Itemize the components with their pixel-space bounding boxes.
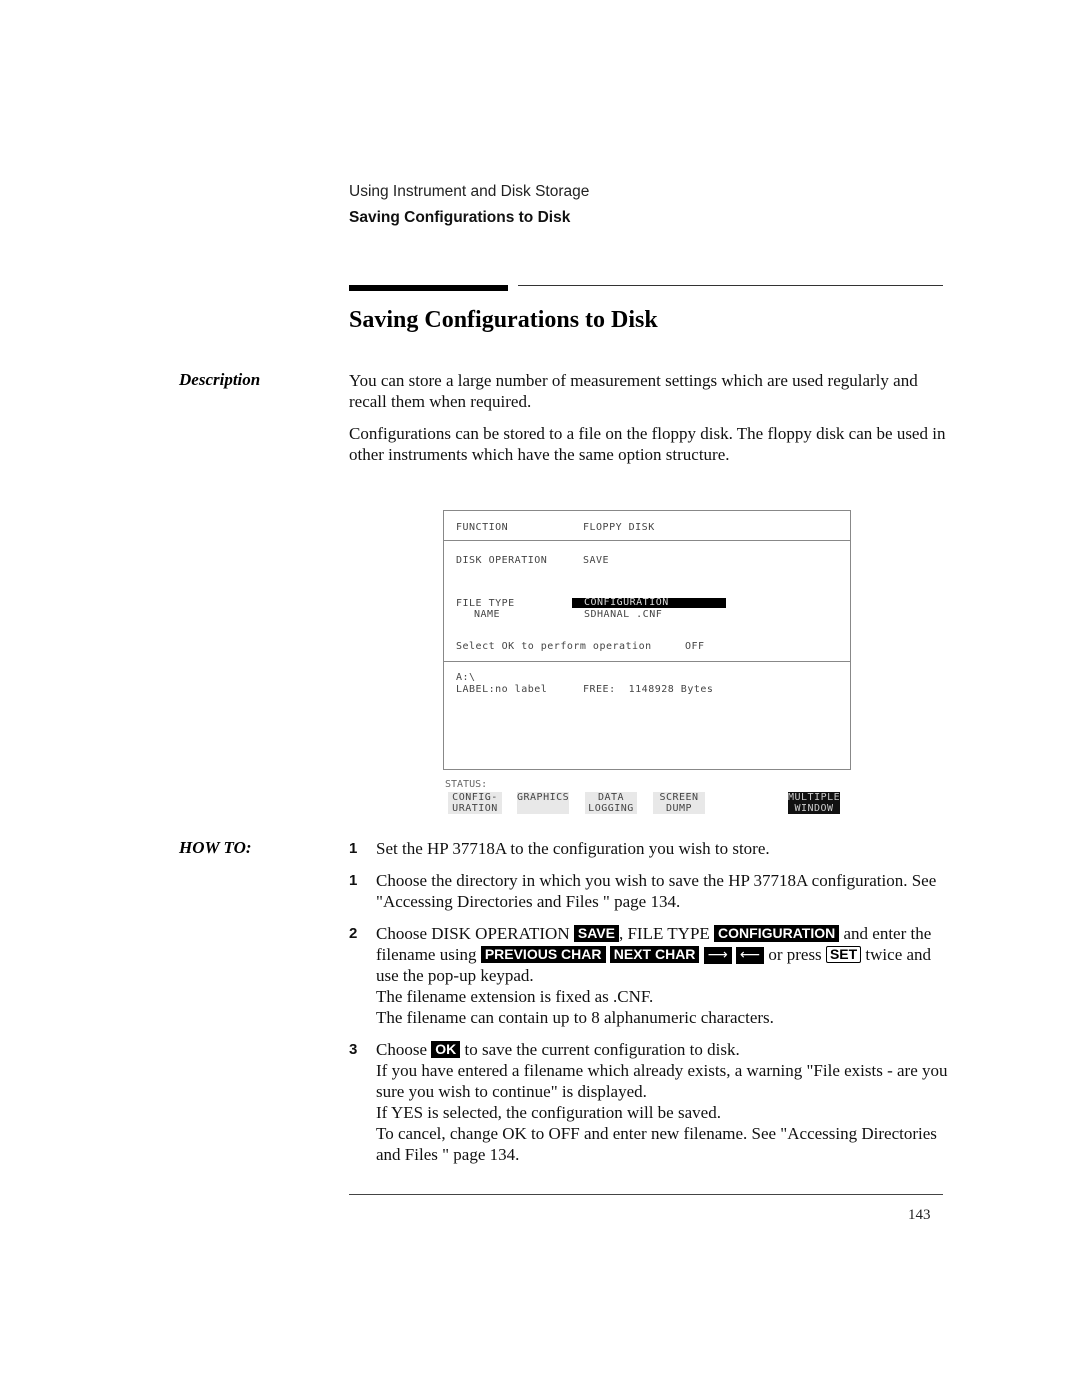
step-item: 2 Choose DISK OPERATION SAVE, FILE TYPE … — [349, 923, 949, 1028]
function-label: FUNCTION — [456, 522, 509, 533]
step-text-part: Choose DISK OPERATION — [376, 924, 574, 943]
status-label: STATUS: — [445, 779, 488, 790]
softkey-configuration-line1: CONFIG- — [452, 792, 498, 803]
disk-label: LABEL:no label — [456, 684, 548, 695]
configuration-key: CONFIGURATION — [714, 925, 840, 942]
screen-divider-top — [444, 540, 850, 541]
softkey-configuration[interactable]: CONFIG- URATION — [448, 792, 502, 814]
step-item: 3 Choose OK to save the current configur… — [349, 1039, 949, 1165]
screen-divider-bottom — [444, 661, 850, 662]
set-key: SET — [825, 946, 862, 963]
next-char-key: NEXT CHAR — [609, 946, 700, 963]
running-header-section: Saving Configurations to Disk — [349, 209, 571, 226]
disk-operation-label: DISK OPERATION — [456, 555, 548, 566]
softkey-data-logging[interactable]: DATA LOGGING — [585, 792, 637, 814]
softkey-screen-dump-line1: SCREEN — [659, 792, 699, 803]
description-label: Description — [179, 370, 261, 389]
howto-label: HOW TO: — [179, 838, 252, 857]
step-item: 1 Choose the directory in which you wish… — [349, 870, 949, 912]
step-text: Choose the directory in which you wish t… — [376, 871, 937, 911]
select-ok-value[interactable]: OFF — [685, 641, 705, 652]
function-value[interactable]: FLOPPY DISK — [583, 522, 655, 533]
step-number: 1 — [349, 840, 358, 857]
softkey-multiple-window-line2: WINDOW — [794, 803, 834, 814]
previous-char-key: PREVIOUS CHAR — [480, 946, 606, 963]
softkey-screen-dump-line2: DUMP — [665, 803, 693, 814]
disk-free-space: FREE: 1148928 Bytes — [583, 684, 714, 695]
drive-path: A:\ — [456, 672, 476, 683]
footer-rule — [349, 1194, 943, 1195]
softkey-configuration-line2: URATION — [452, 803, 498, 814]
title-rule-thick — [349, 285, 508, 291]
step-text-part: , FILE TYPE — [618, 924, 715, 943]
save-key: SAVE — [573, 925, 619, 942]
title-rule-thin — [518, 285, 943, 286]
name-label: NAME — [474, 609, 501, 620]
step-text-line: To cancel, change OK to OFF and enter ne… — [376, 1124, 937, 1164]
step-text-part: Choose — [376, 1040, 432, 1059]
step-text-part: or press — [764, 945, 826, 964]
softkey-data-logging-line1: DATA — [597, 792, 625, 803]
ok-key: OK — [431, 1041, 461, 1058]
step-text: Choose OK to save the current configurat… — [376, 1039, 949, 1165]
step-number: 2 — [349, 925, 358, 942]
file-type-value[interactable]: CONFIGURATION — [572, 598, 726, 608]
step-text-line: If you have entered a filename which alr… — [376, 1061, 948, 1101]
page-title: Saving Configurations to Disk — [349, 307, 658, 333]
softkey-graphics[interactable]: GRAPHICS — [517, 792, 569, 814]
select-ok-text: Select OK to perform operation — [456, 641, 652, 652]
file-type-label: FILE TYPE — [456, 598, 515, 609]
softkey-multiple-window[interactable]: MULTIPLE WINDOW — [788, 792, 840, 814]
instrument-screen: FUNCTION FLOPPY DISK DISK OPERATION SAVE… — [443, 510, 851, 770]
step-text-part: to save the current configuration to dis… — [460, 1040, 740, 1059]
description-paragraph-1: You can store a large number of measurem… — [349, 371, 918, 411]
step-text: Choose DISK OPERATION SAVE, FILE TYPE CO… — [376, 923, 949, 1028]
softkey-data-logging-line2: LOGGING — [588, 803, 634, 814]
step-text-line: The filename extension is fixed as .CNF. — [376, 987, 654, 1006]
disk-operation-value[interactable]: SAVE — [583, 555, 609, 566]
step-text: Set the HP 37718A to the configuration y… — [376, 839, 770, 858]
page-number: 143 — [908, 1207, 931, 1223]
softkey-multiple-window-line1: MULTIPLE — [788, 792, 841, 803]
step-text-line: The filename can contain up to 8 alphanu… — [376, 1008, 774, 1027]
step-text-line: If YES is selected, the configuration wi… — [376, 1103, 721, 1122]
softkey-graphics-line1: GRAPHICS — [517, 792, 570, 803]
right-arrow-icon: ⟶ — [703, 947, 732, 964]
step-number: 3 — [349, 1041, 358, 1058]
description-paragraph-2: Configurations can be stored to a file o… — [349, 424, 946, 464]
step-number: 1 — [349, 872, 358, 889]
softkey-screen-dump[interactable]: SCREEN DUMP — [653, 792, 705, 814]
left-arrow-icon: ⟵ — [736, 947, 765, 964]
name-value[interactable]: SDHANAL .CNF — [584, 609, 662, 620]
step-item: 1 Set the HP 37718A to the configuration… — [349, 838, 949, 859]
running-header-chapter: Using Instrument and Disk Storage — [349, 183, 590, 200]
